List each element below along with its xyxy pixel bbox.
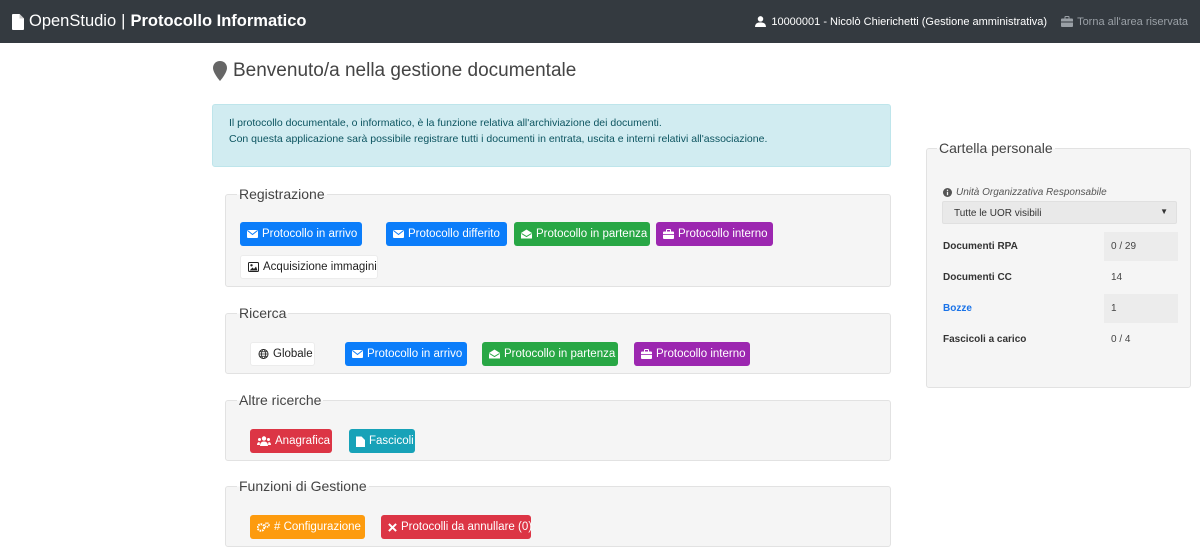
globe-icon [258, 349, 269, 359]
altre-ricerche-legend: Altre ricerche [237, 392, 324, 409]
back-to-reserved-area-link[interactable]: Torna all'area riservata [1061, 16, 1188, 28]
ricerca-protocollo-arrivo-button[interactable]: Protocollo in arrivo [345, 342, 467, 366]
envelope-icon [352, 350, 363, 358]
brand-name: OpenStudio [29, 12, 117, 30]
stat-value: 1 [1104, 294, 1178, 323]
fascicoli-button[interactable]: Fascicoli [349, 429, 415, 453]
reg-protocollo-partenza-button[interactable]: Protocollo in partenza [514, 222, 650, 246]
ricerca-globale-button[interactable]: Globale [250, 342, 315, 366]
cartella-personale-panel: Cartella personale Unità Organizzativa R… [926, 140, 1191, 388]
reg-protocollo-differito-button[interactable]: Protocollo differito [386, 222, 507, 246]
briefcase-icon [641, 349, 652, 359]
stat-row-documenti-rpa: Documenti RPA 0 / 29 [942, 232, 1178, 261]
uor-selected-value: Tutte le UOR visibili [954, 208, 1042, 219]
briefcase-icon [663, 229, 674, 239]
ricerca-group: Ricerca Globale Protocollo in arrivo Pro… [225, 305, 891, 374]
stat-value: 0 / 4 [1104, 325, 1178, 354]
stat-label: Documenti CC [943, 272, 1012, 283]
envelope-open-icon [521, 229, 532, 239]
briefcase-icon [1061, 16, 1074, 27]
user-name: 10000001 - Nicolò Chierichetti (Gestione… [771, 15, 1048, 28]
page-title: Benvenuto/a nella gestione documentale [213, 60, 576, 82]
app-title: Protocollo Informatico [130, 12, 307, 30]
altre-ricerche-group: Altre ricerche Anagrafica Fascicoli [225, 392, 891, 461]
image-icon [248, 262, 259, 272]
reg-acquisizione-immagini-button[interactable]: Acquisizione immagini [240, 255, 378, 279]
close-icon [388, 522, 397, 532]
envelope-open-icon [489, 349, 500, 359]
registrazione-group: Registrazione Protocollo in arrivo Proto… [225, 186, 891, 287]
uor-select[interactable]: Tutte le UOR visibili ▼ [942, 201, 1177, 224]
bozze-link[interactable]: Bozze [943, 303, 972, 314]
envelope-icon [247, 230, 258, 238]
reg-protocollo-interno-button[interactable]: Protocollo interno [656, 222, 773, 246]
back-link-label: Torna all'area riservata [1077, 15, 1188, 28]
stat-row-fascicoli-a-carico: Fascicoli a carico 0 / 4 [942, 325, 1178, 354]
user-icon [755, 16, 767, 27]
ricerca-protocollo-interno-button[interactable]: Protocollo interno [634, 342, 750, 366]
brand[interactable]: OpenStudio | Protocollo Informatico [12, 0, 306, 43]
top-navbar: OpenStudio | Protocollo Informatico 1000… [0, 0, 1200, 43]
stat-label: Fascicoli a carico [943, 334, 1027, 345]
file-icon [356, 436, 365, 447]
anagrafica-button[interactable]: Anagrafica [250, 429, 332, 453]
ricerca-legend: Ricerca [237, 305, 289, 322]
users-icon [257, 436, 271, 446]
reg-protocollo-arrivo-button[interactable]: Protocollo in arrivo [240, 222, 362, 246]
uor-label: Unità Organizzativa Responsabile [943, 187, 1107, 198]
cartella-personale-legend: Cartella personale [937, 140, 1055, 157]
funzioni-gestione-group: Funzioni di Gestione # Configurazione Pr… [225, 478, 891, 547]
page-title-text: Benvenuto/a nella gestione documentale [233, 60, 577, 81]
info-line-2: Con questa applicazione sarà possibile r… [229, 133, 768, 145]
stat-row-bozze: Bozze 1 [942, 294, 1178, 323]
funzioni-gestione-legend: Funzioni di Gestione [237, 478, 369, 495]
ricerca-protocollo-partenza-button[interactable]: Protocollo in partenza [482, 342, 618, 366]
chevron-down-icon: ▼ [1160, 207, 1168, 216]
map-marker-icon [213, 61, 227, 81]
stat-value: 14 [1104, 263, 1178, 292]
document-icon [12, 13, 24, 30]
stat-row-documenti-cc: Documenti CC 14 [942, 263, 1178, 292]
protocolli-da-annullare-button[interactable]: Protocolli da annullare (0) [381, 515, 532, 539]
gears-icon [257, 522, 270, 532]
info-alert: Il protocollo documentale, o informatico… [212, 104, 891, 167]
info-circle-icon [943, 188, 952, 197]
stat-value: 0 / 29 [1104, 232, 1178, 261]
brand-separator: | [121, 12, 126, 30]
stat-label: Documenti RPA [943, 241, 1018, 252]
info-line-1: Il protocollo documentale, o informatico… [229, 117, 662, 129]
navbar-right: 10000001 - Nicolò Chierichetti (Gestione… [755, 0, 1188, 43]
configurazione-button[interactable]: # Configurazione [250, 515, 365, 539]
envelope-icon [393, 230, 404, 238]
user-menu[interactable]: 10000001 - Nicolò Chierichetti (Gestione… [755, 16, 1047, 28]
registrazione-legend: Registrazione [237, 186, 327, 203]
